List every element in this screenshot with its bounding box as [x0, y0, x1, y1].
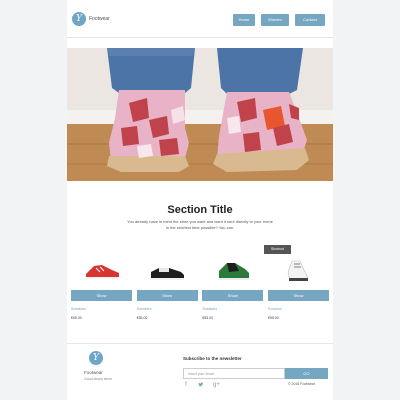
- newsletter-email-input[interactable]: [183, 368, 285, 379]
- copyright: © 2016 Footwear: [288, 382, 315, 386]
- facebook-icon[interactable]: f: [183, 382, 189, 390]
- product-name[interactable]: Sneakers: [137, 307, 198, 311]
- product-name[interactable]: Rosalind: [268, 307, 329, 311]
- nav-home-button[interactable]: Home: [233, 14, 255, 26]
- google-plus-icon[interactable]: g+: [213, 382, 220, 390]
- newsletter-title: Subscribe to the newsletter: [183, 356, 242, 361]
- site-footer: Y Footwear Good shoes since Subscribe to…: [67, 343, 333, 400]
- newsletter-go-button[interactable]: GO: [285, 368, 328, 379]
- product-card: Show Sneakers €55.00: [136, 252, 198, 320]
- social-links: f g+: [183, 382, 220, 390]
- main-nav: Home Women Contact: [233, 14, 325, 26]
- nav-contact-button[interactable]: Contact: [295, 14, 325, 26]
- footer-tagline: Good shoes since: [84, 377, 113, 381]
- section-title: Section Title: [167, 204, 233, 216]
- footer-logo-icon[interactable]: Y: [89, 351, 103, 365]
- site-header: Y Footwear Home Women Contact: [67, 0, 333, 38]
- red-sneaker-icon: [85, 265, 119, 279]
- white-runner-icon: [288, 260, 309, 281]
- product-price: €55.00: [202, 316, 214, 320]
- page-container: Y Footwear Home Women Contact Section Ti…: [67, 0, 333, 400]
- product-list: Show Sneakers €65.00 Show Sneakers €55.0…: [71, 252, 329, 320]
- hero-image: [67, 48, 333, 181]
- product-price: €55.00: [267, 316, 279, 320]
- product-image-green-sneaker[interactable]: [202, 252, 263, 290]
- footer-brand: Footwear: [84, 370, 103, 375]
- section-description: You already have in mind the shoe you wa…: [127, 219, 273, 230]
- black-shoe-icon: [151, 268, 185, 280]
- product-price: €55.00: [136, 316, 148, 320]
- product-card: Show Rosalind €55.00: [267, 252, 329, 320]
- product-image-red-sneaker[interactable]: [71, 252, 132, 290]
- product-name[interactable]: Sneakers: [202, 307, 263, 311]
- product-image-white-runner[interactable]: [268, 252, 329, 290]
- boots-photo: [67, 48, 333, 181]
- product-price: €65.00: [71, 316, 82, 320]
- green-sneaker-icon: [218, 263, 249, 280]
- product-show-button[interactable]: Show: [136, 290, 198, 301]
- product-card: Show Sneakers €55.00: [202, 252, 264, 320]
- product-image-derby-shoe[interactable]: [137, 252, 198, 290]
- nav-women-button[interactable]: Women: [261, 14, 289, 26]
- twitter-icon[interactable]: [198, 382, 204, 390]
- product-card: Show Sneakers €65.00: [71, 252, 132, 320]
- logo-icon[interactable]: Y: [72, 12, 86, 26]
- brand-name[interactable]: Footwear: [89, 16, 110, 22]
- product-show-button[interactable]: Show: [267, 290, 329, 301]
- product-name[interactable]: Sneakers: [71, 307, 132, 311]
- product-show-button[interactable]: Show: [71, 290, 132, 301]
- product-show-button[interactable]: Show: [202, 290, 264, 301]
